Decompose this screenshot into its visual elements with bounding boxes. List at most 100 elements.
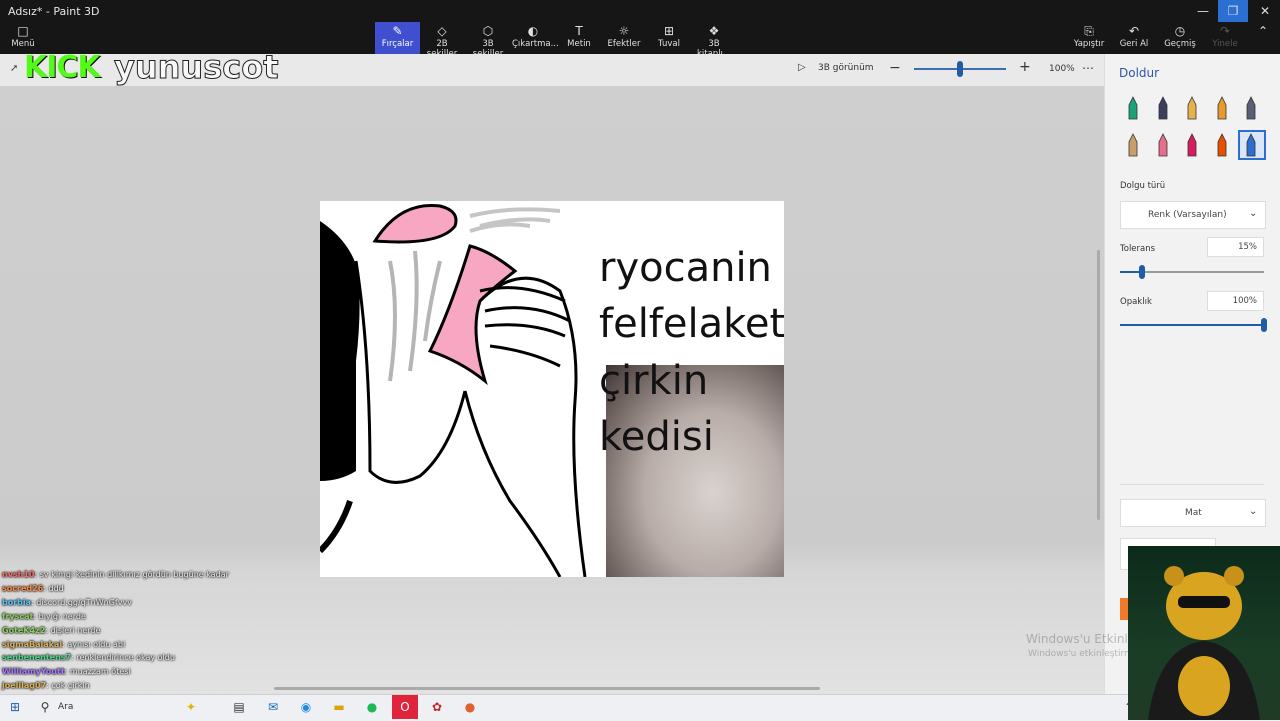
select-tool-icon[interactable]: ➚: [10, 63, 18, 74]
chevron-down-icon: ⌄: [1249, 506, 1258, 517]
brush-icon: [1246, 96, 1256, 120]
tab-brushes[interactable]: ✎ Fırçalar: [375, 22, 420, 54]
opera-icon[interactable]: O: [392, 695, 418, 719]
zoom-in-button[interactable]: +: [1019, 59, 1031, 75]
activation-watermark: Windows'u Etkinl: [1026, 632, 1128, 646]
brush-tool[interactable]: [1181, 95, 1203, 121]
text-icon: T: [575, 24, 583, 38]
brush-tool[interactable]: [1122, 95, 1144, 121]
spotify-icon[interactable]: ●: [363, 698, 381, 716]
chat-message: nvsh10: sv kimgi kedinin dilikımız gördü…: [2, 568, 302, 582]
brush-icon: [1217, 133, 1226, 157]
streamer-name: yunuscot: [114, 48, 279, 87]
view-3d-icon[interactable]: ▷: [798, 62, 806, 73]
fill-type-value: Renk (Varsayılan): [1148, 210, 1227, 220]
tab-2d-shapes[interactable]: ◇ 2B şekiller: [421, 22, 463, 59]
undo-button[interactable]: ↶ Geri Al: [1119, 22, 1149, 54]
zoom-value: 100%: [1049, 64, 1075, 74]
chat-message: WilliamyYoutt: muazzam ötesi: [2, 665, 302, 679]
tab-stickers[interactable]: ◐ Çıkartma...: [512, 22, 559, 54]
brush-tool[interactable]: [1152, 132, 1174, 158]
meme-text-line: kedisi: [599, 414, 714, 460]
opacity-slider-fill: [1120, 324, 1264, 326]
chat-message: senbenentens7: renklendirince okay oldu: [2, 651, 302, 665]
taskbar-search-label[interactable]: Ara: [58, 702, 73, 712]
shapes-2d-icon: ◇: [437, 24, 447, 38]
brush-icon: [1128, 133, 1138, 157]
canvas-icon: ⊞: [663, 24, 675, 38]
redo-icon: ↷: [1219, 24, 1231, 38]
windows-start-icon[interactable]: ⊞: [6, 698, 24, 716]
drawing-canvas[interactable]: ryocanin felfelaket çirkin kedisi: [320, 201, 784, 577]
file-explorer-icon[interactable]: ▬: [330, 698, 348, 716]
horizontal-scrollbar[interactable]: [274, 687, 820, 690]
tab-label: Tuval: [658, 39, 680, 49]
history-button[interactable]: ◷ Geçmiş: [1164, 22, 1196, 54]
paste-icon: ⎘: [1084, 24, 1094, 38]
tab-label: Metin: [567, 39, 591, 49]
brush-icon: [1158, 96, 1167, 120]
tab-text[interactable]: T Metin: [562, 22, 596, 54]
brush-tool[interactable]: [1152, 95, 1174, 121]
vertical-scrollbar[interactable]: [1097, 250, 1100, 520]
brush-tool[interactable]: [1211, 95, 1233, 121]
chat-message: fryscat: bıyığı nerde: [2, 610, 302, 624]
restore-button[interactable]: ❐: [1218, 0, 1248, 22]
tolerance-slider-thumb[interactable]: [1138, 265, 1145, 279]
chat-username: WilliamyYoutt: [2, 667, 65, 677]
edge-icon[interactable]: ◉: [297, 698, 315, 716]
zoom-slider-thumb[interactable]: [957, 61, 963, 77]
chat-username: borbia: [2, 597, 32, 607]
finish-dropdown[interactable]: Mat ⌄: [1120, 499, 1266, 527]
app-icon[interactable]: ✿: [428, 698, 446, 716]
chat-username: GoteK4z2: [2, 625, 46, 635]
tab-3d-shapes[interactable]: ⬡ 3B şekiller: [466, 22, 510, 59]
opacity-value: 100%: [1232, 296, 1257, 306]
webcam-image: [1148, 566, 1260, 720]
undo-icon: ↶: [1128, 24, 1140, 38]
chat-message: socred26: ddd: [2, 582, 302, 596]
fill-type-label: Dolgu türü: [1120, 181, 1166, 191]
collapse-ribbon-button[interactable]: ⌃: [1252, 22, 1274, 54]
minimize-button[interactable]: —: [1188, 0, 1218, 22]
zoom-out-button[interactable]: −: [889, 60, 901, 76]
tab-3d-library[interactable]: ❖ 3B kitaplı...: [692, 22, 736, 59]
activation-watermark-sub: Windows'u etkinleştirm: [1028, 649, 1133, 659]
paste-button[interactable]: ⎘ Yapıştır: [1073, 22, 1105, 54]
brush-tool[interactable]: [1240, 95, 1262, 121]
chat-text: bıyığı nerde: [38, 611, 86, 621]
close-button[interactable]: ✕: [1250, 0, 1280, 22]
streamer-webcam: [1128, 546, 1280, 720]
chat-message: joelilag07: çok çirkin: [2, 679, 302, 693]
search-icon[interactable]: ⚲: [36, 698, 54, 716]
chat-username: fryscat: [2, 611, 34, 621]
task-view-icon[interactable]: ▤: [230, 698, 248, 716]
panel-divider: [1120, 484, 1264, 485]
tab-label: Çıkartma...: [512, 39, 559, 49]
brush-tool[interactable]: [1211, 132, 1233, 158]
chat-username: joelilag07: [2, 681, 47, 691]
outlook-icon[interactable]: ✉: [264, 698, 282, 716]
redo-button[interactable]: ↷ Yinele: [1210, 22, 1240, 54]
opacity-input[interactable]: 100%: [1207, 291, 1264, 311]
brush-tool[interactable]: [1238, 130, 1266, 160]
paint3d-icon[interactable]: ●: [461, 698, 479, 716]
more-options-icon[interactable]: ⋯: [1082, 61, 1094, 75]
library-icon: ❖: [708, 24, 720, 38]
tolerance-input[interactable]: 15%: [1207, 237, 1264, 257]
menu-label: Menü: [11, 39, 35, 49]
tolerance-value: 15%: [1238, 242, 1257, 252]
brush-icon: [1187, 96, 1197, 120]
tab-effects[interactable]: ☼ Efektler: [606, 22, 642, 54]
fill-type-dropdown[interactable]: Renk (Varsayılan) ⌄: [1120, 201, 1266, 229]
chat-username: sigmaBalakal: [2, 639, 63, 649]
brush-tool[interactable]: [1122, 132, 1144, 158]
cube-icon: ⬡: [482, 24, 494, 38]
undo-label: Geri Al: [1119, 39, 1149, 49]
opacity-slider-thumb[interactable]: [1261, 318, 1267, 332]
brush-tool[interactable]: [1181, 132, 1203, 158]
tab-canvas[interactable]: ⊞ Tuval: [653, 22, 685, 54]
view-3d-label[interactable]: 3B görünüm: [818, 63, 874, 73]
meme-text-line: felfelaket: [599, 301, 784, 347]
tab-label: Fırçalar: [381, 39, 414, 49]
